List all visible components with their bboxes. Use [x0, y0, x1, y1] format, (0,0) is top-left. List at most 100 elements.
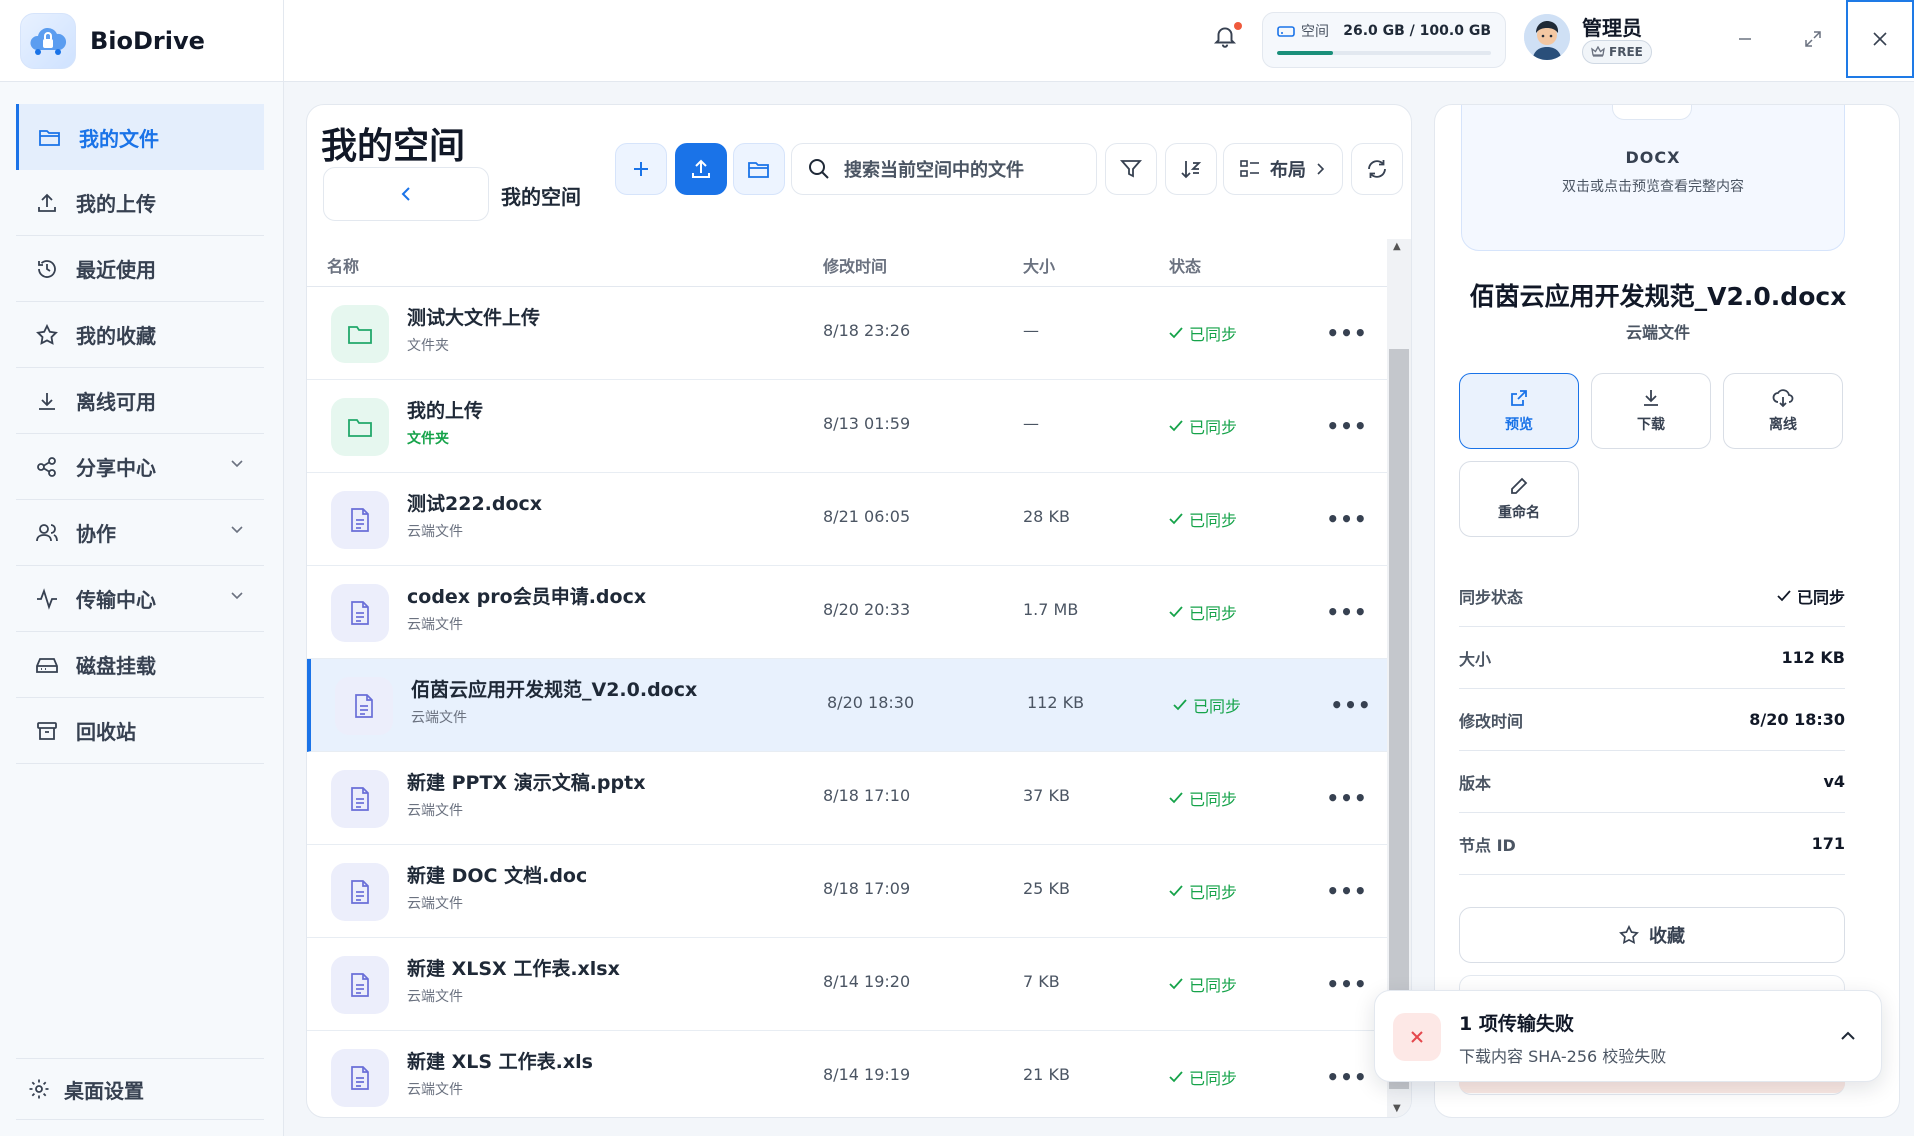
file-name[interactable]: 新建 XLS 工作表.xls — [407, 1047, 593, 1074]
file-name[interactable]: 新建 DOC 文档.doc — [407, 861, 587, 888]
check-icon — [1173, 699, 1187, 711]
table-row[interactable]: 新建 PPTX 演示文稿.pptx 云端文件 8/18 17:10 37 KB 已同步 •… — [307, 752, 1387, 845]
info-value: 171 — [1811, 834, 1845, 853]
settings-label: 桌面设置 — [64, 1078, 144, 1103]
sidebar-item-label: 回收站 — [76, 720, 136, 744]
notification-bell-icon[interactable] — [1212, 22, 1242, 52]
chevron-down-icon — [231, 526, 243, 534]
rename-button[interactable]: 重命名 — [1459, 461, 1579, 537]
file-name[interactable]: 新建 XLSX 工作表.xlsx — [407, 954, 620, 981]
close-window-button[interactable] — [1846, 0, 1914, 78]
layout-button[interactable]: 布局 — [1223, 143, 1343, 195]
external-link-icon — [1511, 390, 1527, 406]
sidebar-item-my-uploads[interactable]: 我的上传 — [16, 170, 264, 236]
storage-widget[interactable]: 空间 26.0 GB / 100.0 GB — [1262, 12, 1506, 68]
refresh-button[interactable] — [1351, 143, 1403, 195]
file-modified: 8/18 23:26 — [823, 321, 911, 340]
more-horizontal-icon: ••• — [1326, 786, 1368, 810]
preview-thumbnail — [1612, 105, 1692, 120]
storage-value: 26.0 GB / 100.0 GB — [1343, 23, 1491, 39]
offline-button[interactable]: 离线 — [1723, 373, 1843, 449]
file-name[interactable]: 测试222.docx — [407, 489, 542, 516]
favorite-button[interactable]: 收藏 — [1459, 907, 1845, 963]
file-size: — — [1023, 321, 1039, 340]
file-size: 7 KB — [1023, 972, 1060, 991]
sidebar-item-recent[interactable]: 最近使用 — [16, 236, 264, 302]
table-row[interactable]: 新建 XLSX 工作表.xlsx 云端文件 8/14 19:20 7 KB 已同步 ••• — [307, 938, 1387, 1031]
column-name[interactable]: 名称 — [327, 253, 359, 277]
sidebar-item-disk-mount[interactable]: 磁盘挂载 — [16, 632, 264, 698]
scroll-thumb[interactable] — [1389, 349, 1409, 1089]
scroll-down-arrow[interactable]: ▼ — [1393, 1103, 1401, 1114]
preview-button[interactable]: 预览 — [1459, 373, 1579, 449]
filter-button[interactable] — [1105, 143, 1157, 195]
sidebar-item-my-files[interactable]: 我的文件 — [16, 104, 264, 170]
sync-status: 已同步 — [1169, 600, 1237, 624]
file-name[interactable]: 我的上传 — [407, 396, 483, 423]
file-size: 37 KB — [1023, 786, 1070, 805]
avatar[interactable] — [1524, 14, 1570, 60]
sync-status-text: 已同步 — [1189, 976, 1238, 995]
table-row[interactable]: 我的上传 文件夹 8/13 01:59 — 已同步 ••• — [307, 380, 1387, 473]
open-folder-button[interactable] — [733, 143, 785, 195]
star-icon — [34, 322, 60, 348]
table-row[interactable]: 测试222.docx 云端文件 8/21 06:05 28 KB 已同步 ••• — [307, 473, 1387, 566]
table-row[interactable]: 测试大文件上传 文件夹 8/18 23:26 — 已同步 ••• — [307, 287, 1387, 380]
info-key: 修改时间 — [1459, 711, 1524, 731]
more-options-button[interactable]: ••• — [1326, 408, 1367, 444]
table-row[interactable]: 新建 XLS 工作表.xls 云端文件 8/14 19:19 21 KB 已同步 ••• — [307, 1031, 1387, 1117]
search-placeholder: 搜索当前空间中的文件 — [844, 160, 1024, 181]
sidebar-item-offline[interactable]: 离线可用 — [16, 368, 264, 434]
check-icon — [1169, 327, 1183, 339]
plan-badge-text: FREE — [1609, 45, 1643, 59]
scroll-up-arrow[interactable]: ▲ — [1393, 241, 1401, 252]
file-type: 云端文件 — [407, 896, 463, 912]
file-size: 1.7 MB — [1023, 600, 1079, 619]
table-row[interactable]: 新建 DOC 文档.doc 云端文件 8/18 17:09 25 KB 已同步 ••• — [307, 845, 1387, 938]
more-options-button[interactable]: ••• — [1326, 873, 1367, 909]
toast-expand-button[interactable] — [1833, 1021, 1863, 1051]
more-options-button[interactable]: ••• — [1330, 687, 1371, 723]
sort-button[interactable] — [1165, 143, 1217, 195]
more-options-button[interactable]: ••• — [1326, 315, 1367, 351]
file-name[interactable]: codex pro会员申请.docx — [407, 582, 646, 609]
more-options-button[interactable]: ••• — [1326, 501, 1367, 537]
file-list-scrollbar[interactable]: ▲ ▼ — [1387, 239, 1411, 1117]
more-options-button[interactable]: ••• — [1326, 966, 1367, 1002]
column-status[interactable]: 状态 — [1169, 253, 1201, 277]
new-button[interactable] — [615, 143, 667, 195]
file-name[interactable]: 新建 PPTX 演示文稿.pptx — [407, 768, 645, 795]
more-options-button[interactable]: ••• — [1326, 780, 1368, 816]
minimize-button[interactable] — [1710, 0, 1780, 78]
info-value: 已同步 — [1796, 587, 1845, 607]
sync-status: 已同步 — [1169, 507, 1237, 531]
table-row[interactable]: 佰茵云应用开发规范_V2.0.docx 云端文件 8/20 18:30 112 KB 已… — [307, 659, 1387, 752]
sidebar-item-collaboration[interactable]: 协作 — [16, 500, 264, 566]
layout-label: 布局 — [1270, 160, 1306, 181]
more-options-button[interactable]: ••• — [1326, 594, 1367, 630]
info-size: 大小 112 KB — [1459, 627, 1845, 689]
sync-status: 已同步 — [1169, 1065, 1237, 1089]
sidebar-item-favorites[interactable]: 我的收藏 — [16, 302, 264, 368]
column-modified[interactable]: 修改时间 — [823, 253, 887, 277]
upload-button[interactable] — [675, 143, 727, 195]
sidebar-item-transfer-center[interactable]: 传输中心 — [16, 566, 264, 632]
download-button[interactable]: 下载 — [1591, 373, 1711, 449]
cloud-download-icon — [1772, 389, 1794, 408]
breadcrumb[interactable]: 我的空间 — [501, 181, 581, 210]
file-preview-card[interactable]: DOCX 双击或点击预览查看完整内容 — [1461, 105, 1845, 251]
desktop-settings-button[interactable]: 桌面设置 — [16, 1058, 264, 1120]
column-size[interactable]: 大小 — [1023, 253, 1055, 277]
back-button[interactable] — [323, 167, 489, 221]
file-name[interactable]: 佰茵云应用开发规范_V2.0.docx — [411, 675, 697, 702]
more-options-button[interactable]: ••• — [1326, 1059, 1367, 1095]
search-input[interactable]: 搜索当前空间中的文件 — [791, 143, 1097, 195]
sync-status: 已同步 — [1169, 786, 1237, 810]
maximize-button[interactable] — [1778, 0, 1848, 78]
sidebar-item-trash[interactable]: 回收站 — [16, 698, 264, 764]
sidebar-item-share-center[interactable]: 分享中心 — [16, 434, 264, 500]
file-name[interactable]: 测试大文件上传 — [407, 303, 540, 330]
table-row[interactable]: codex pro会员申请.docx 云端文件 8/20 20:33 1.7 MB 已同… — [307, 566, 1387, 659]
transfer-failure-toast[interactable]: 1 项传输失败 下载内容 SHA-256 校验失败 — [1374, 990, 1882, 1082]
download-label: 下载 — [1637, 417, 1665, 433]
